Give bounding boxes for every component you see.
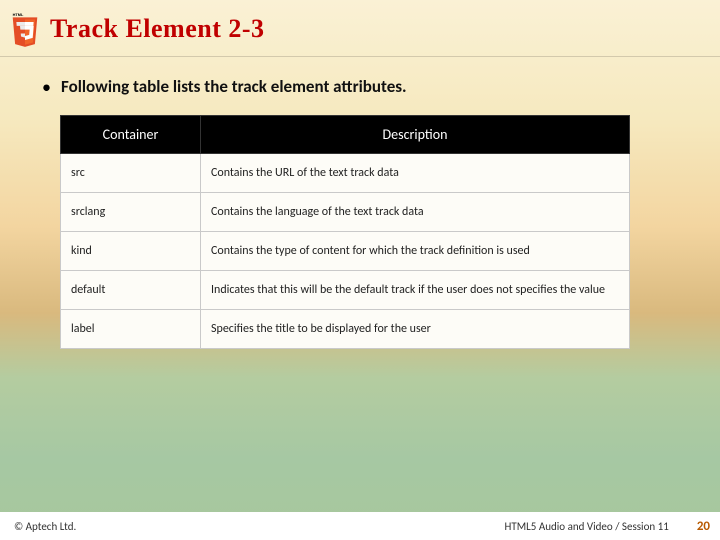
attr-desc: Contains the language of the text track … bbox=[201, 193, 630, 232]
table-row: label Specifies the title to be displaye… bbox=[61, 310, 630, 349]
table-header-container: Container bbox=[61, 116, 201, 154]
footer-session: HTML5 Audio and Video / Session 11 bbox=[505, 520, 669, 533]
table-header-description: Description bbox=[201, 116, 630, 154]
table-row: src Contains the URL of the text track d… bbox=[61, 154, 630, 193]
slide-footer: © Aptech Ltd. HTML5 Audio and Video / Se… bbox=[0, 512, 720, 540]
table-row: kind Contains the type of content for wh… bbox=[61, 232, 630, 271]
html5-logo-icon: HTML bbox=[8, 10, 42, 48]
slide-body: • Following table lists the track elemen… bbox=[42, 76, 690, 349]
attr-name: srclang bbox=[61, 193, 201, 232]
attr-name: kind bbox=[61, 232, 201, 271]
table-row: default Indicates that this will be the … bbox=[61, 271, 630, 310]
table-header-row: Container Description bbox=[61, 116, 630, 154]
slide-header: HTML Track Element 2-3 bbox=[0, 0, 720, 57]
attr-desc: Indicates that this will be the default … bbox=[201, 271, 630, 310]
footer-page-number: 20 bbox=[697, 519, 710, 534]
attr-name: default bbox=[61, 271, 201, 310]
lead-text: Following table lists the track element … bbox=[61, 76, 407, 97]
footer-copyright: © Aptech Ltd. bbox=[14, 520, 76, 533]
attr-name: src bbox=[61, 154, 201, 193]
attr-name: label bbox=[61, 310, 201, 349]
slide: HTML Track Element 2-3 • Following table… bbox=[0, 0, 720, 540]
attr-desc: Specifies the title to be displayed for … bbox=[201, 310, 630, 349]
lead-row: • Following table lists the track elemen… bbox=[42, 76, 690, 97]
attr-desc: Contains the type of content for which t… bbox=[201, 232, 630, 271]
table-row: srclang Contains the language of the tex… bbox=[61, 193, 630, 232]
svg-text:HTML: HTML bbox=[13, 13, 24, 17]
attr-desc: Contains the URL of the text track data bbox=[201, 154, 630, 193]
attributes-table: Container Description src Contains the U… bbox=[60, 115, 630, 349]
bullet-icon: • bbox=[42, 78, 51, 96]
slide-title: Track Element 2-3 bbox=[50, 14, 265, 44]
